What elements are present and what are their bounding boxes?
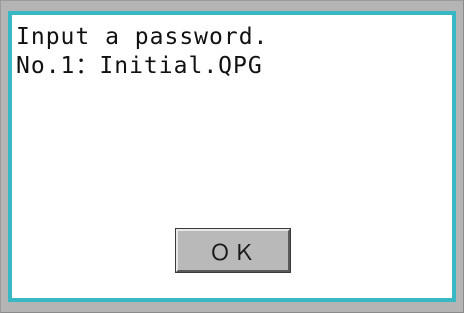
window-frame: Input a password. No.1：Initial.QPG ＯＫ <box>0 0 464 313</box>
message-prompt: Input a password. <box>16 24 269 50</box>
password-dialog: Input a password. No.1：Initial.QPG ＯＫ <box>8 11 456 302</box>
message-file-info: No.1：Initial.QPG <box>16 53 263 79</box>
dialog-message: Input a password. No.1：Initial.QPG <box>16 23 268 81</box>
ok-button[interactable]: ＯＫ <box>176 229 290 272</box>
